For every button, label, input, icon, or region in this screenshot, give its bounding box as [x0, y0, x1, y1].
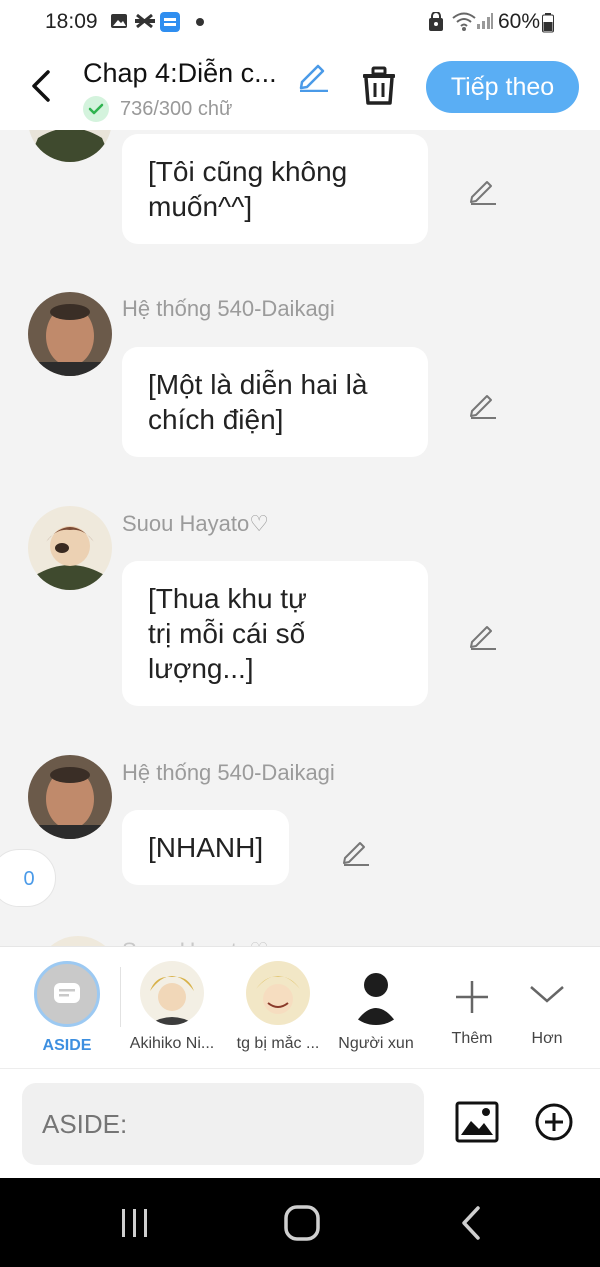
back-arrow-icon[interactable] — [26, 66, 56, 106]
character-label: ASIDE — [42, 1037, 92, 1054]
character-label: Người xun — [338, 1035, 414, 1052]
check-icon — [83, 96, 109, 122]
battery-percent: 60% — [498, 10, 541, 33]
aside-icon — [34, 961, 100, 1027]
message-text: [Tôi cũng không muốn^^] — [148, 156, 348, 222]
trash-icon[interactable] — [360, 66, 398, 106]
next-button[interactable]: Tiếp theo — [426, 61, 579, 113]
edit-message-pencil-icon[interactable] — [468, 620, 498, 650]
wifi-icon — [452, 12, 476, 31]
avatar — [140, 961, 204, 1025]
signal-icon — [477, 13, 493, 29]
message-bubble[interactable]: [Thua khu tự trị mỗi cái số lượng...] — [122, 561, 428, 706]
character-aside[interactable]: ASIDE — [19, 961, 115, 1055]
sender-name: Suou Hayato♡ — [122, 511, 269, 536]
back-nav-icon[interactable] — [456, 1204, 486, 1242]
status-time: 18:09 — [45, 10, 98, 33]
character-tg-bi-mac[interactable]: tg bị mắc ... — [230, 961, 326, 1053]
word-count: 736/300 chữ — [120, 98, 233, 120]
avatar-he-thong[interactable] — [28, 755, 112, 839]
plus-icon — [456, 981, 488, 1013]
character-nguoi-xung-quanh[interactable]: Người xun — [328, 961, 424, 1053]
edit-message-pencil-icon[interactable] — [468, 175, 498, 205]
status-bar: 18:09 60% — [0, 0, 600, 46]
character-label: Akihiko Ni... — [129, 1035, 215, 1052]
message-text: [NHANH] — [148, 832, 264, 863]
edit-message-pencil-icon[interactable] — [468, 389, 498, 419]
divider — [120, 967, 121, 1027]
avatar-suou-hayato[interactable] — [36, 936, 120, 946]
edit-title-pencil-icon[interactable] — [296, 58, 330, 92]
character-bar: ASIDE Akihiko Ni... tg bị mắc ... Người … — [0, 946, 600, 1068]
capcut-icon — [135, 13, 155, 29]
comment-counter[interactable]: 0 — [0, 849, 56, 907]
editor-header: Chap 4:Diễn c... 736/300 chữ Tiếp theo — [0, 46, 600, 130]
battery-icon — [542, 13, 554, 33]
chapter-title: Chap 4:Diễn c... — [83, 58, 277, 88]
avatar — [344, 961, 408, 1025]
gallery-icon — [111, 14, 127, 28]
recent-apps-icon[interactable] — [118, 1206, 152, 1240]
sender-name: Hệ thống 540-Daikagi — [122, 296, 335, 321]
chevron-down-icon — [530, 986, 564, 1003]
sender-name: Hệ thống 540-Daikagi — [122, 760, 335, 785]
input-bar — [0, 1068, 600, 1178]
message-text: [Một là diễn hai là chích điện] — [148, 369, 368, 435]
image-icon[interactable] — [455, 1101, 499, 1143]
noveltoon-icon — [160, 12, 180, 32]
home-icon[interactable] — [283, 1204, 321, 1242]
aside-input[interactable] — [22, 1083, 424, 1165]
message-bubble[interactable]: [NHANH] — [122, 810, 290, 885]
sender-name: Suou Hayato♡ — [122, 938, 269, 946]
message-bubble[interactable]: [Tôi cũng không muốn^^] — [122, 134, 428, 244]
character-label: tg bị mắc ... — [236, 1035, 320, 1052]
avatar-suou-hayato[interactable] — [28, 130, 112, 162]
add-circle-icon[interactable] — [534, 1102, 574, 1142]
more-characters-button[interactable]: Hơn — [499, 961, 595, 1048]
edit-message-pencil-icon[interactable] — [341, 836, 371, 866]
system-nav-bar — [0, 1178, 600, 1267]
avatar-suou-hayato[interactable] — [28, 506, 112, 590]
message-bubble[interactable]: [Một là diễn hai là chích điện] — [122, 347, 428, 457]
character-akihiko[interactable]: Akihiko Ni... — [124, 961, 220, 1053]
more-label: Hơn — [531, 1030, 563, 1047]
avatar — [246, 961, 310, 1025]
message-list[interactable]: [Tôi cũng không muốn^^] Hệ thống 540-Dai… — [0, 130, 600, 946]
message-text: [Thua khu tự trị mỗi cái số lượng...] — [148, 583, 307, 684]
app-root: 18:09 60% Chap 4:Diễn c... 736/300 chữ T… — [0, 0, 600, 1267]
avatar-he-thong[interactable] — [28, 292, 112, 376]
lock-battery-icon — [429, 12, 443, 31]
notification-dot-icon — [196, 18, 204, 26]
